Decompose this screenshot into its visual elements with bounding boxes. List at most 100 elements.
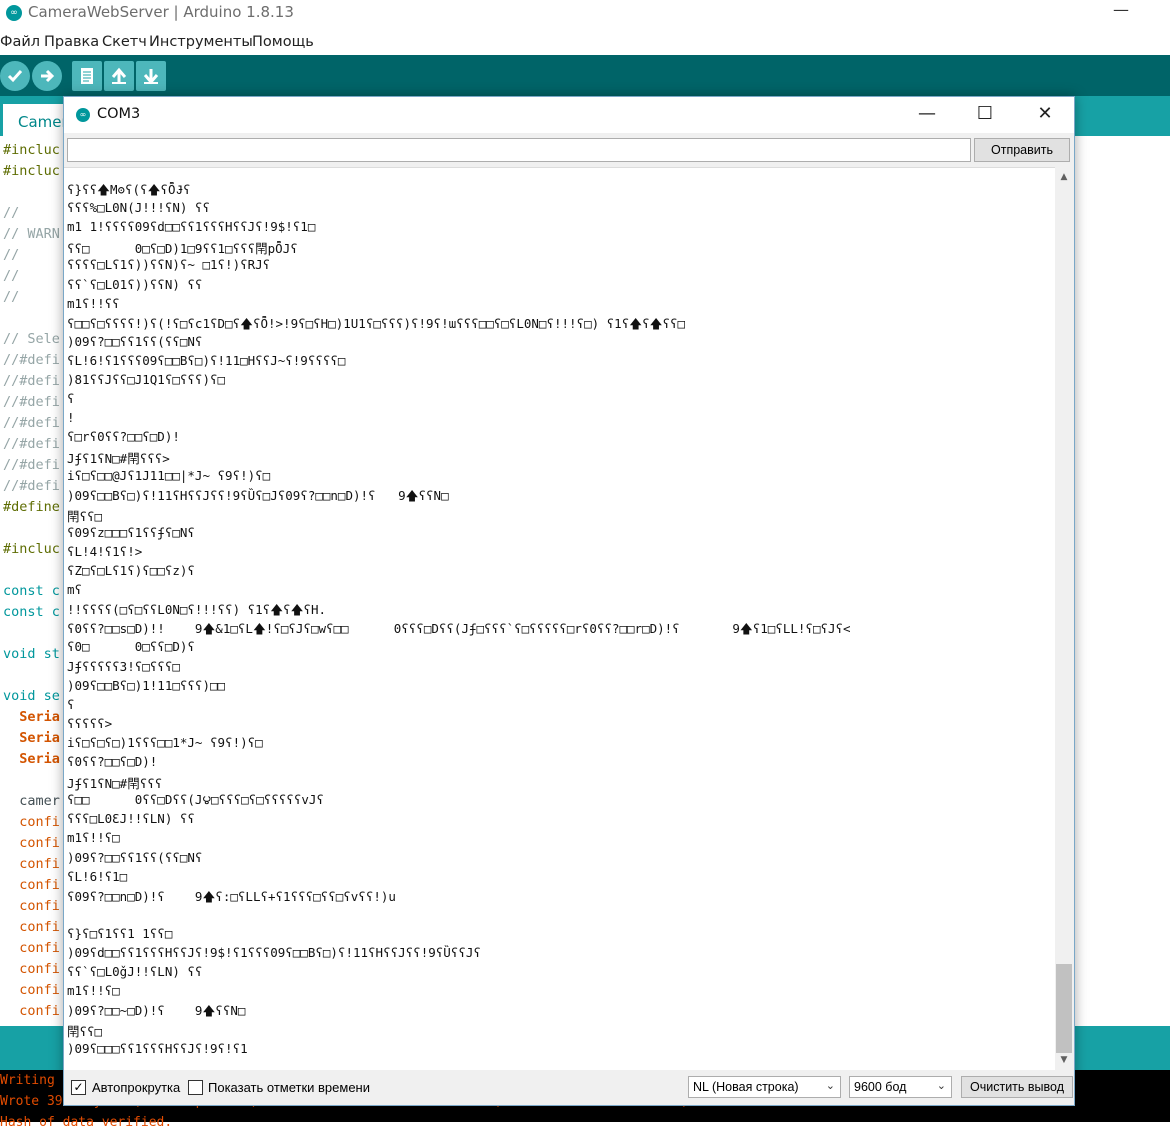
serial-monitor-title: COM3 [97, 106, 141, 122]
serial-output-line: ʕʕʕ%□L0N(J!!!ʕN) ʕʕ [67, 200, 210, 216]
code-line: confi [3, 835, 60, 851]
code-line: //#defi [3, 394, 60, 410]
menu-help[interactable]: Помощь [252, 34, 314, 50]
code-line: confi [3, 814, 60, 830]
serial-output-line: )09ʕd□□ʕʕ1ʕʕʕHʕʕJʕ!9$!ʕ1ʕʕʕ09ʕ□□Bʕ□)ʕ!11… [67, 945, 481, 960]
code-line: // [3, 205, 20, 221]
arduino-logo-icon: ∞ [6, 5, 22, 21]
serial-output-line: !!ʕʕʕʕ(□ʕ□ʕʕL0N□ʕ!!!ʕʕ) ʕ1ʕ🡅ʕ🡅ʕH. [67, 602, 326, 618]
serial-output-line: m1 1!ʕʕʕʕ09ʕd□□ʕʕ1ʕʕʕHʕʕJʕ!9$!ʕ1□ [67, 219, 316, 235]
serial-output-line: ʕʕʕʕʕ> [67, 715, 113, 731]
menu-edit[interactable]: Правка [44, 34, 99, 50]
code-line: confi [3, 940, 60, 956]
line-ending-select[interactable]: NL (Новая строка) ⌄ [688, 1076, 841, 1098]
serial-output-line: ʕ [67, 391, 75, 407]
code-line: confi [3, 898, 60, 914]
serial-output-line: )81ʕʕJʕʕ□J1Q1ʕ□ʕʕʕ)ʕ□ [67, 372, 226, 387]
minimize-icon[interactable]: — [912, 103, 942, 124]
serial-output-line: Jʄʕ1ʕN□#閈ʕʕʕ [67, 776, 163, 792]
timestamps-label: Показать отметки времени [208, 1080, 370, 1095]
code-line: // [3, 247, 20, 263]
code-line: const c [3, 604, 60, 620]
code-line: confi [3, 919, 60, 935]
main-title-bar: ∞ CameraWebServer | Arduino 1.8.13 — [0, 0, 1170, 28]
serial-output-line: ʕZ□ʕ□Lʕ1ʕ)ʕ□□ʕz)ʕ [67, 563, 195, 578]
tab-label: Camer [18, 113, 68, 131]
code-line: #incluc [3, 163, 60, 179]
serial-monitor-title-bar: ∞ COM3 — ☐ ✕ [64, 97, 1074, 133]
code-line: Seria [3, 730, 60, 746]
serial-output-line: ʕ09ʕz□□□ʕ1ʕʕʄʕ□Nʕ [67, 524, 195, 540]
code-line: confi [3, 982, 60, 998]
serial-output-line: )09ʕ□□Bʕ□)1!11□ʕʕʕ)□□ [67, 677, 226, 693]
code-line: // Sele [3, 331, 60, 347]
serial-output-line: ʕ09ʕ?□□n□D)!ʕ 9🡅ʕ:□ʕLLʕ+ʕ1ʕʕʕ□ʕʕ□ʕvʕʕ!)u [67, 888, 396, 904]
serial-monitor-window: ∞ COM3 — ☐ ✕ Отправить ʕ}ʕʕ🡅Mʘʕ(ʕ🡅ʕȬɈʕ ʕʕ… [63, 96, 1075, 1106]
scrollbar-thumb[interactable] [1056, 964, 1072, 1053]
serial-output-line: )09ʕ□□Bʕ□)ʕ!11ʕHʕʕJʕʕ!9ʕȔʕ□Jʕ09ʕ?□□n□D)!… [67, 487, 449, 503]
serial-output-line: JʄʕʕʕʕʕЗ!ʕ□ʕʕʕ□ [67, 658, 180, 674]
serial-output-line: mʕ [67, 582, 83, 598]
serial-monitor-bottom-bar: ✓ Автопрокрутка Показать отметки времени… [64, 1071, 1074, 1105]
serial-output-line: ʕ [67, 696, 75, 712]
serial-output-line: ʕʕ□ 0□ʕ□D)1□9ʕʕ1□ʕʕʕ閈pȬJʕ [67, 241, 298, 257]
serial-output-line: ! [67, 410, 75, 426]
close-icon[interactable]: ✕ [1030, 103, 1060, 124]
serial-output-line: )09ʕ?□□ʕʕ1ʕʕ(ʕʕ□Nʕ [67, 333, 203, 349]
serial-output-line: ʕ0□ 0□ʕʕ□D)ʕ [67, 639, 195, 655]
serial-output-line: 閈ʕʕ□ [67, 1024, 103, 1040]
verify-button[interactable] [0, 61, 30, 91]
output-scrollbar[interactable]: ▲ ▼ [1055, 167, 1073, 1070]
code-line: #define [3, 499, 60, 515]
code-line: confi [3, 877, 60, 893]
serial-output-line: )09ʕ□□□ʕʕ1ʕʕʕHʕʕJʕ!9ʕ!ʕ1 [67, 1040, 248, 1056]
menu-file[interactable]: Файл [0, 34, 40, 50]
serial-output-line: ʕL!6!ʕ1ʕʕʕ09ʕ□□Bʕ□)ʕ!11□HʕʕJ~ʕ!9ʕʕʕʕ□ [67, 352, 346, 368]
serial-output-line: ʕ}ʕ□ʕ1ʕʕ1 1ʕʕ□ [67, 925, 173, 941]
minimize-icon[interactable]: — [1113, 0, 1129, 19]
upload-button[interactable] [32, 61, 62, 91]
scroll-down-icon[interactable]: ▼ [1055, 1052, 1073, 1069]
serial-output-line: ʕ□□ 0ʕʕ□Dʕʕ(J౪□ʕʕʕ□ʕ□ʕʕʕʕʕvJʕ [67, 792, 324, 808]
serial-output-line: iʕ□ʕ□ʕ□)1ʕʕʕ□□1*J~ ʕ9ʕ!)ʕ□ [67, 734, 263, 750]
clear-output-button[interactable]: Очистить вывод [961, 1076, 1073, 1098]
code-line: confi [3, 856, 60, 872]
code-line: Seria [3, 709, 60, 725]
scroll-up-icon[interactable]: ▲ [1055, 169, 1073, 186]
code-line: //#defi [3, 352, 60, 368]
toolbar [0, 55, 1170, 96]
serial-output-line: Jʄʕ1ʕN□#閈ʕʕʕ> [67, 451, 170, 467]
serial-output-line: ʕ□rʕ0ʕʕ?□□ʕ□D)! [67, 429, 180, 445]
code-line: const c [3, 583, 60, 599]
arrow-up-icon [111, 67, 127, 84]
serial-output-line: 閈ʕʕ□ [67, 508, 103, 524]
code-line: //#defi [3, 373, 60, 389]
code-line: camer [3, 793, 60, 809]
serial-output-area[interactable]: ʕ}ʕʕ🡅Mʘʕ(ʕ🡅ʕȬɈʕ ʕʕʕ%□L0N(J!!!ʕN) ʕʕ m1 1!ʕ… [64, 167, 1055, 1070]
console-line: Hash of data verified. [0, 1115, 173, 1130]
autoscroll-checkbox[interactable]: ✓ [71, 1080, 86, 1095]
baud-rate-select[interactable]: 9600 бод ⌄ [849, 1076, 952, 1098]
serial-output-line: ʕʕ`ʕ□L01ʕ))ʕʕN) ʕʕ [67, 276, 203, 292]
code-line: //#defi [3, 415, 60, 431]
autoscroll-label: Автопрокрутка [92, 1080, 181, 1095]
menu-sketch[interactable]: Скетч [102, 34, 147, 50]
send-button[interactable]: Отправить [974, 138, 1070, 162]
send-input[interactable] [67, 138, 971, 162]
code-line: #incluc [3, 541, 60, 557]
timestamps-checkbox[interactable] [188, 1080, 203, 1095]
code-line: confi [3, 961, 60, 977]
open-sketch-button[interactable] [104, 61, 134, 91]
code-line: //#defi [3, 478, 60, 494]
serial-output-line: ʕ0ʕʕ?□□ʕ□D)! [67, 754, 158, 769]
new-file-icon [81, 68, 93, 84]
code-line: #incluc [3, 142, 60, 158]
save-sketch-button[interactable] [136, 61, 166, 91]
arrow-right-icon [41, 69, 55, 83]
maximize-icon[interactable]: ☐ [970, 103, 1000, 124]
menu-tools[interactable]: Инструменты [149, 34, 253, 50]
line-ending-value: NL (Новая строка) [693, 1080, 799, 1094]
new-sketch-button[interactable] [72, 61, 102, 91]
chevron-down-icon: ⌄ [825, 1080, 835, 1092]
serial-output-line: ʕ0ʕʕ?□□s□D)!! 9🡅&1□ʕL🡅!ʕ□ʕJʕ□wʕ□□ 0ʕʕʕ□D… [67, 621, 851, 637]
